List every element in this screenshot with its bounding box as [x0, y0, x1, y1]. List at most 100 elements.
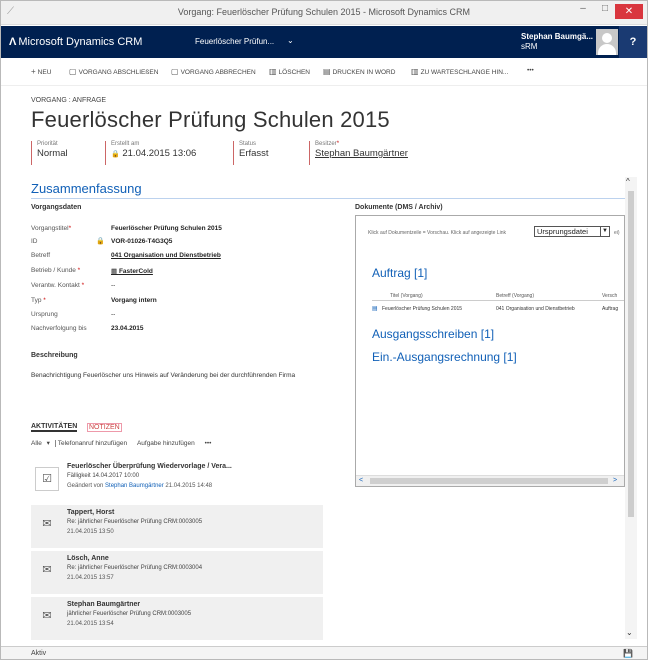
priority-field[interactable]: Priorität Normal [31, 141, 68, 165]
dms-grid-header: Titel (Vorgang) Betreff (Vorgang) Versch [372, 291, 624, 301]
scroll-thumb[interactable] [628, 191, 634, 517]
activity-sender[interactable]: Stephan Baumgärtner [67, 601, 140, 608]
add-phone-call-button[interactable]: Telefonanruf hinzufügen [54, 440, 128, 447]
list-item[interactable]: ✉ Stephan Baumgärtner jährlicher Feuerlö… [31, 597, 323, 640]
main-vertical-scrollbar[interactable]: ^ ⌄ [625, 177, 637, 639]
dms-col-subject[interactable]: Betreff (Vorgang) [496, 293, 534, 299]
user-org: sRM [521, 42, 538, 51]
avatar[interactable] [596, 29, 618, 55]
plus-icon: + [31, 67, 36, 76]
type-label: Typ * [31, 297, 46, 304]
contact-label: Verantw. Kontakt * [31, 282, 84, 289]
list-item[interactable]: ✉ Tappert, Horst Re: jährlicher Feuerlös… [31, 505, 323, 548]
section-divider [31, 198, 625, 199]
dms-row-subject: 041 Organisation und Dienstbetrieb [496, 306, 575, 312]
scroll-right-icon[interactable]: > [613, 477, 617, 484]
dms-section-rechnung[interactable]: Ein.-Ausgangsrechnung [1] [372, 350, 517, 364]
subject-link[interactable]: 041 Organisation und Dienstbetrieb [111, 252, 221, 259]
id-label: ID [31, 238, 38, 245]
owner-link[interactable]: Stephan Baumgärtner [315, 148, 408, 159]
user-name: Stephan Baumgä... [521, 32, 594, 41]
save-icon[interactable]: 💾 [623, 649, 633, 658]
owner-field[interactable]: Besitzer* Stephan Baumgärtner [309, 141, 408, 165]
more-commands-button[interactable]: ••• [527, 67, 534, 74]
summary-section-title[interactable]: Zusammenfassung [31, 181, 142, 196]
activity-date: 21.04.2015 13:54 [67, 621, 114, 627]
required-mark: * [68, 225, 72, 232]
more-activities-button[interactable]: ••• [205, 440, 212, 447]
created-on-field: Erstellt am 🔒 21.04.2015 13:06 [105, 141, 196, 165]
description-text[interactable]: Benachrichtigung Feuerlöscher uns Hinwei… [31, 371, 331, 380]
resolve-icon: ▢ [69, 67, 77, 76]
scroll-down-icon[interactable]: ⌄ [626, 628, 633, 637]
dms-hint-link: angezeigte Link [470, 230, 506, 236]
trash-icon: ▥ [269, 67, 277, 76]
dms-section-auftrag[interactable]: Auftrag [1] [372, 266, 427, 280]
table-row[interactable]: ▤ Feuerlöscher Prüfung Schulen 2015 041 … [372, 304, 624, 314]
activity-sender[interactable]: Tappert, Horst [67, 509, 114, 516]
breadcrumb[interactable]: Feuerlöscher Prüfun... [195, 37, 274, 46]
chevron-down-icon[interactable]: ▾ [47, 440, 50, 447]
cancel-icon: ▢ [171, 67, 179, 76]
cancel-case-label: VORGANG ABBRECHEN [180, 69, 256, 76]
cancel-case-button[interactable]: ▢ VORGANG ABBRECHEN [171, 67, 256, 76]
scroll-left-icon[interactable]: < [359, 477, 363, 484]
user-info[interactable]: Stephan Baumgä... sRM [521, 32, 593, 52]
close-case-button[interactable]: ▢ VORGANG ABSCHLIEßEN [69, 67, 158, 76]
print-word-button[interactable]: ▤ DRUCKEN IN WORD [323, 67, 395, 76]
new-button[interactable]: + NEU [31, 67, 51, 76]
dms-select-value: Ursprungsdatei [537, 227, 588, 236]
case-data-title: Vorgangsdaten [31, 204, 82, 211]
maximize-button[interactable]: □ [595, 3, 615, 19]
priority-label: Priorität [37, 141, 58, 147]
nav-bar: Ʌ Microsoft Dynamics CRM Feuerlöscher Prü… [1, 26, 647, 58]
customer-label: Betrieb / Kunde * [31, 267, 80, 274]
created-on-value-wrap: 🔒 21.04.2015 13:06 [111, 148, 196, 159]
tab-activities[interactable]: AKTIVITÄTEN [31, 423, 78, 432]
logo-text: Microsoft Dynamics CRM [18, 36, 143, 48]
crm-logo[interactable]: Ʌ Microsoft Dynamics CRM [9, 36, 142, 48]
modified-by-link[interactable]: Stephan Baumgärtner [105, 483, 164, 489]
chevron-down-icon[interactable]: ⌄ [287, 36, 294, 45]
owner-label: Besitzer [315, 141, 337, 147]
dms-horizontal-scrollbar[interactable]: < > [356, 475, 624, 486]
minimize-button[interactable]: ‒ [573, 3, 593, 19]
list-item[interactable]: ✉ Lösch, Anne Re: jährlicher Feuerlösche… [31, 551, 323, 594]
task-icon: ☑ [35, 467, 59, 491]
help-button[interactable]: ? [619, 26, 647, 58]
close-button[interactable]: ✕ [615, 4, 643, 19]
required-mark: * [77, 267, 81, 274]
follow-up-label: Nachverfolgung bis [31, 325, 87, 332]
activity-sender[interactable]: Lösch, Anne [67, 555, 109, 562]
activity-title[interactable]: Feuerlöscher Überprüfung Wiedervorlage /… [67, 463, 232, 470]
follow-up-value[interactable]: 23.04.2015 [111, 325, 144, 332]
customer-link[interactable]: ▦ FasterCold [111, 267, 153, 275]
tab-notes[interactable]: NOTIZEN [87, 423, 122, 432]
dms-col-version[interactable]: Versch [602, 293, 617, 299]
add-to-queue-label: ZU WARTESCHLANGE HIN... [420, 69, 509, 76]
dms-section-ausgangsschreiben[interactable]: Ausgangsschreiben [1] [372, 327, 494, 341]
scroll-up-icon[interactable]: ^ [626, 177, 630, 186]
activity-filter[interactable]: Alle [31, 440, 42, 447]
delete-button[interactable]: ▥ LÖSCHEN [269, 67, 310, 76]
lock-icon: 🔒 [96, 238, 105, 245]
required-mark: * [336, 141, 340, 147]
activity-modified: Geändert von Stephan Baumgärtner 21.04.2… [67, 483, 212, 489]
dms-file-select[interactable]: Ursprungsdatei ▼ [534, 226, 610, 237]
case-title-value[interactable]: Feuerlöscher Prüfung Schulen 2015 [111, 225, 222, 232]
activity-date: 21.04.2015 13:50 [67, 529, 114, 535]
scroll-thumb[interactable] [370, 478, 608, 484]
list-item[interactable]: ☑ Feuerlöscher Überprüfung Wiedervorlage… [31, 459, 323, 501]
email-icon: ✉ [42, 610, 52, 622]
type-value[interactable]: Vorgang intern [111, 297, 157, 304]
add-task-button[interactable]: Aufgabe hinzufügen [137, 440, 195, 447]
origin-value[interactable]: -- [111, 311, 115, 318]
status-field[interactable]: Status Erfasst [233, 141, 269, 165]
record-status: Aktiv [31, 650, 47, 657]
dms-row-version: Auftrag [602, 306, 619, 312]
contact-value[interactable]: -- [111, 282, 115, 289]
add-to-queue-button[interactable]: ▥ ZU WARTESCHLANGE HIN... [411, 67, 508, 76]
dms-col-title[interactable]: Titel (Vorgang) [390, 293, 423, 299]
description-title: Beschreibung [31, 352, 78, 359]
chevron-down-icon: ▼ [600, 227, 609, 236]
